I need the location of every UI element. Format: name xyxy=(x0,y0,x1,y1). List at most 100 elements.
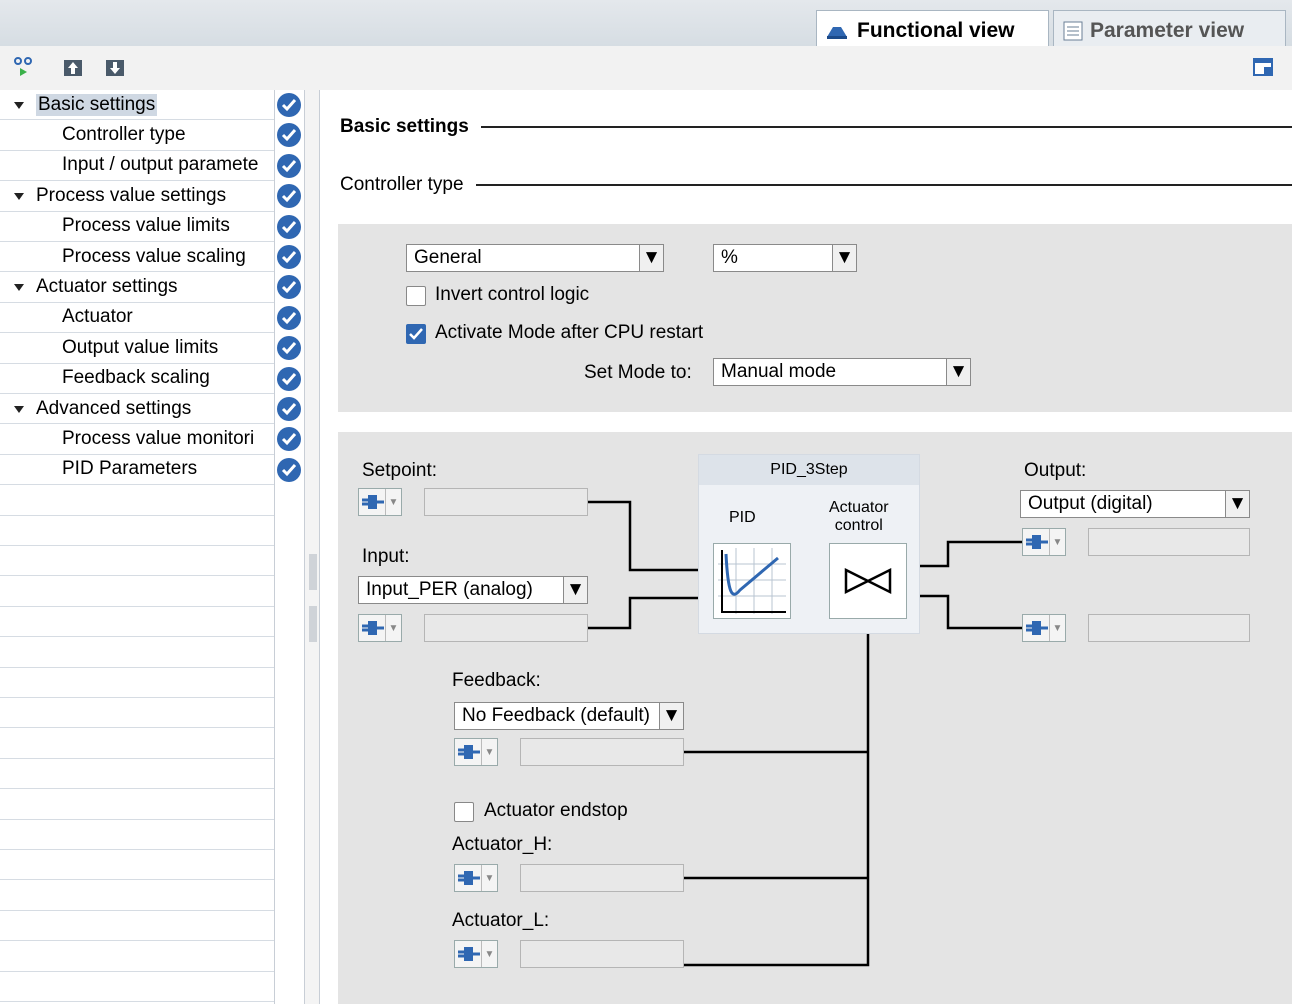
chevron-down-icon[interactable]: ▼ xyxy=(481,739,497,765)
tab-parameter-label: Parameter view xyxy=(1090,18,1245,42)
chevron-down-icon[interactable]: ▼ xyxy=(385,615,401,641)
input-value: Input_PER (analog) xyxy=(366,579,533,600)
nav-item-label: Process value scaling xyxy=(62,245,246,267)
nav-item[interactable]: Basic settings xyxy=(0,90,274,121)
output-select[interactable]: Output (digital) ▼ xyxy=(1020,490,1250,518)
pid-3step-block: PID_3Step PID Actuator control xyxy=(698,454,920,634)
setpoint-field[interactable] xyxy=(424,488,588,516)
io-diagram-panel: Setpoint: ▼ Input: Input_PER (analog) ▼ … xyxy=(338,432,1292,1004)
chevron-down-icon[interactable]: ▼ xyxy=(946,359,970,385)
controller-type-panel: General ▼ % ▼ Invert control logic Activ… xyxy=(338,224,1292,412)
plug-icon xyxy=(458,871,480,885)
tab-functional-view[interactable]: Functional view xyxy=(816,10,1049,46)
activate-mode-checkbox[interactable] xyxy=(406,324,426,344)
feedback-label: Feedback: xyxy=(452,670,541,691)
actuator-control-label: Actuator control xyxy=(829,499,889,534)
set-mode-select[interactable]: Manual mode ▼ xyxy=(713,358,971,386)
check-circle-icon xyxy=(277,397,301,421)
panel-splitter[interactable] xyxy=(304,90,320,1004)
unit-select[interactable]: % ▼ xyxy=(713,244,857,272)
nav-item-label: Output value limits xyxy=(62,336,219,358)
plug-icon xyxy=(458,947,480,961)
check-circle-icon xyxy=(277,245,301,269)
invert-control-checkbox[interactable] xyxy=(406,286,426,306)
download-icon[interactable] xyxy=(104,56,126,78)
plug-icon xyxy=(458,745,480,759)
expand-triangle-icon[interactable] xyxy=(14,100,24,110)
nav-item[interactable]: Actuator settings xyxy=(0,272,274,303)
chevron-down-icon[interactable]: ▼ xyxy=(659,703,683,729)
nav-item[interactable]: Controller type xyxy=(0,120,274,151)
nav-item[interactable]: Process value limits xyxy=(0,212,274,242)
nav-item-label: Feedback scaling xyxy=(62,367,210,389)
toolbar xyxy=(0,46,1292,90)
chevron-down-icon[interactable]: ▼ xyxy=(832,245,856,271)
tab-parameter-view[interactable]: Parameter view xyxy=(1053,10,1286,46)
input-connector[interactable]: ▼ xyxy=(358,614,402,642)
block-title: PID_3Step xyxy=(699,455,919,485)
window-settings-icon[interactable] xyxy=(1252,56,1274,78)
controller-type-select[interactable]: General ▼ xyxy=(406,244,664,272)
check-circle-icon xyxy=(277,214,301,239)
feedback-field[interactable] xyxy=(520,738,684,766)
chevron-down-icon[interactable]: ▼ xyxy=(1049,529,1065,555)
setpoint-connector[interactable]: ▼ xyxy=(358,488,402,516)
expand-triangle-icon[interactable] xyxy=(14,282,24,292)
output-field-1[interactable] xyxy=(1088,528,1250,556)
expand-right-button[interactable] xyxy=(309,606,317,642)
actuator-l-connector[interactable]: ▼ xyxy=(454,940,498,968)
nav-item[interactable]: PID Parameters xyxy=(0,455,274,486)
chevron-down-icon[interactable]: ▼ xyxy=(563,577,587,603)
chevron-down-icon[interactable]: ▼ xyxy=(1225,491,1249,517)
chevron-down-icon[interactable]: ▼ xyxy=(385,489,401,515)
nav-item-label: Actuator settings xyxy=(36,276,178,298)
nav-empty-row xyxy=(0,576,274,607)
pid-function-box[interactable] xyxy=(713,543,791,619)
collapse-left-button[interactable] xyxy=(309,554,317,590)
nav-item[interactable]: Input / output paramete xyxy=(0,151,274,182)
output-field-2[interactable] xyxy=(1088,614,1250,642)
actuator-endstop-checkbox[interactable] xyxy=(454,802,474,822)
go-online-icon[interactable] xyxy=(12,56,34,78)
nav-empty-row xyxy=(0,516,274,546)
functional-view-icon xyxy=(827,26,847,39)
feedback-select[interactable]: No Feedback (default) ▼ xyxy=(454,702,684,730)
nav-empty-row xyxy=(0,668,274,698)
nav-item[interactable]: Advanced settings xyxy=(0,394,274,425)
nav-empty-row xyxy=(0,941,274,972)
chevron-down-icon[interactable]: ▼ xyxy=(481,865,497,891)
chevron-down-icon[interactable]: ▼ xyxy=(1049,615,1065,641)
actuator-h-field[interactable] xyxy=(520,864,684,892)
nav-item[interactable]: Feedback scaling xyxy=(0,364,274,394)
tab-functional-label: Functional view xyxy=(857,18,1015,42)
chevron-down-icon[interactable]: ▼ xyxy=(481,941,497,967)
setpoint-label: Setpoint: xyxy=(362,460,437,481)
feedback-connector[interactable]: ▼ xyxy=(454,738,498,766)
input-select[interactable]: Input_PER (analog) ▼ xyxy=(358,576,588,604)
nav-item-label: Process value limits xyxy=(62,215,230,237)
upload-icon[interactable] xyxy=(62,56,84,78)
nav-item[interactable]: Process value settings xyxy=(0,181,274,212)
actuator-l-field[interactable] xyxy=(520,940,684,968)
basic-settings-title: Basic settings xyxy=(340,116,469,137)
nav-empty-row xyxy=(0,850,274,881)
plug-icon xyxy=(362,621,384,635)
nav-empty-row xyxy=(0,728,274,759)
expand-triangle-icon[interactable] xyxy=(14,404,24,414)
nav-item-label: Advanced settings xyxy=(36,397,192,419)
output-connector-2[interactable]: ▼ xyxy=(1022,614,1066,642)
chevron-down-icon[interactable]: ▼ xyxy=(639,245,663,271)
actuator-h-connector[interactable]: ▼ xyxy=(454,864,498,892)
nav-item[interactable]: Actuator xyxy=(0,303,274,334)
output-connector-1[interactable]: ▼ xyxy=(1022,528,1066,556)
nav-item[interactable]: Process value scaling xyxy=(0,242,274,273)
nav-item[interactable]: Process value monitori xyxy=(0,424,274,455)
actuator-control-box[interactable] xyxy=(829,543,907,619)
check-circle-icon xyxy=(277,427,301,452)
invert-control-label: Invert control logic xyxy=(435,284,590,305)
input-field[interactable] xyxy=(424,614,588,642)
nav-item[interactable]: Output value limits xyxy=(0,333,274,364)
nav-empty-row xyxy=(0,972,274,1002)
expand-triangle-icon[interactable] xyxy=(14,191,24,201)
basic-settings-heading: Basic settings xyxy=(340,116,1292,138)
